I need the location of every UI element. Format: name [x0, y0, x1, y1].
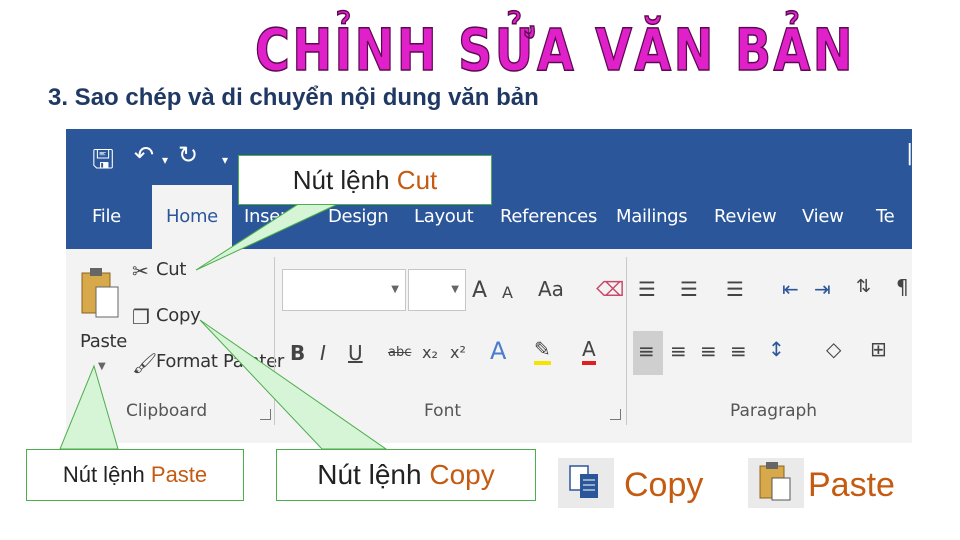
paste-legend-label: Paste — [808, 466, 895, 504]
paste-callout-prefix: Nút lệnh — [62, 462, 151, 487]
paste-callout: Nút lệnh Paste — [26, 449, 244, 501]
paste-callout-name: Paste — [150, 462, 208, 487]
copy-legend-icon — [558, 458, 614, 508]
cut-callout-prefix: Nút lệnh — [292, 165, 397, 195]
copy-callout-prefix: Nút lệnh — [317, 459, 430, 490]
paste-callout-pointer — [59, 364, 119, 450]
paste-legend-icon — [748, 458, 804, 508]
cut-callout-pointer — [195, 202, 341, 271]
copy-callout: Nút lệnh Copy — [276, 449, 536, 501]
cut-callout: Nút lệnh Cut — [238, 155, 492, 205]
copy-callout-pointer — [199, 319, 388, 450]
copy-legend-label: Copy — [624, 466, 704, 504]
copy-callout-name: Copy — [429, 459, 495, 490]
cut-callout-name: Cut — [396, 165, 438, 195]
